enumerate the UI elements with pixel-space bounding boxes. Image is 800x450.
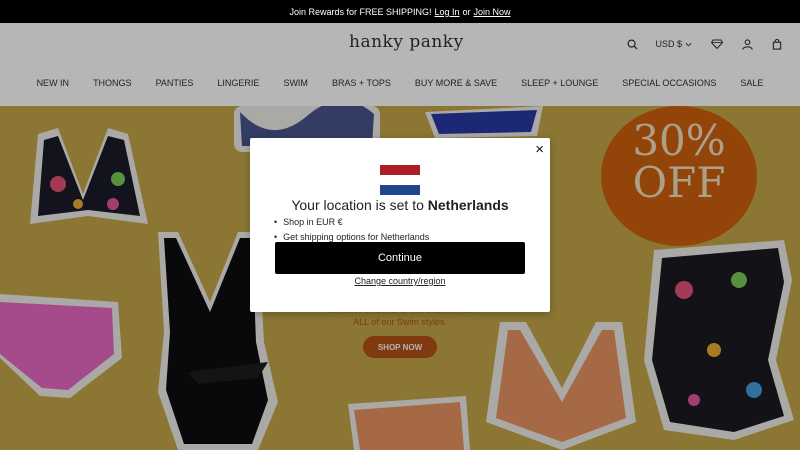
rewards-diamond-icon[interactable] bbox=[702, 39, 732, 49]
announcement-text: Join Rewards for FREE SHIPPING! bbox=[289, 6, 432, 17]
join-now-link[interactable]: Join Now bbox=[474, 7, 511, 17]
chevron-down-icon bbox=[685, 42, 692, 46]
login-link[interactable]: Log In bbox=[434, 7, 459, 17]
bullet-currency: Shop in EUR € bbox=[274, 215, 429, 230]
main-nav: NEW IN THONGS PANTIES LINGERIE SWIM BRAS… bbox=[0, 78, 800, 88]
announcement-or: or bbox=[462, 6, 471, 17]
modal-bullets: Shop in EUR € Get shipping options for N… bbox=[274, 215, 429, 245]
location-modal: × Your location is set to Netherlands Sh… bbox=[250, 138, 550, 312]
nav-item-sale[interactable]: SALE bbox=[728, 78, 775, 88]
nav-item-thongs[interactable]: THONGS bbox=[81, 78, 144, 88]
currency-selector[interactable]: USD $ bbox=[655, 39, 692, 49]
announcement-bar: Join Rewards for FREE SHIPPING! Log In o… bbox=[0, 0, 800, 23]
site-header: hanky panky USD $ NEW IN THONGS PANTIES … bbox=[0, 23, 800, 106]
nav-item-sleep-lounge[interactable]: SLEEP + LOUNGE bbox=[509, 78, 610, 88]
currency-label: USD $ bbox=[655, 39, 682, 49]
nav-item-special-occasions[interactable]: SPECIAL OCCASIONS bbox=[610, 78, 728, 88]
modal-title: Your location is set to Netherlands bbox=[250, 197, 550, 213]
header-icons: USD $ bbox=[617, 36, 792, 52]
nav-item-buy-more-save[interactable]: BUY MORE & SAVE bbox=[403, 78, 509, 88]
close-icon[interactable]: × bbox=[535, 142, 544, 157]
nav-item-new-in[interactable]: NEW IN bbox=[25, 78, 82, 88]
nav-item-panties[interactable]: PANTIES bbox=[144, 78, 206, 88]
nav-item-lingerie[interactable]: LINGERIE bbox=[205, 78, 271, 88]
modal-title-prefix: Your location is set to bbox=[291, 197, 424, 213]
search-icon[interactable] bbox=[617, 39, 647, 50]
continue-button[interactable]: Continue bbox=[275, 242, 525, 274]
nav-item-swim[interactable]: SWIM bbox=[271, 78, 320, 88]
modal-country: Netherlands bbox=[427, 197, 509, 213]
change-country-link[interactable]: Change country/region bbox=[250, 276, 550, 286]
brand-logo[interactable]: hanky panky bbox=[349, 32, 464, 52]
account-icon[interactable] bbox=[732, 38, 762, 50]
cart-bag-icon[interactable] bbox=[762, 38, 792, 50]
nav-item-bras-tops[interactable]: BRAS + TOPS bbox=[320, 78, 403, 88]
netherlands-flag-icon bbox=[380, 165, 420, 195]
